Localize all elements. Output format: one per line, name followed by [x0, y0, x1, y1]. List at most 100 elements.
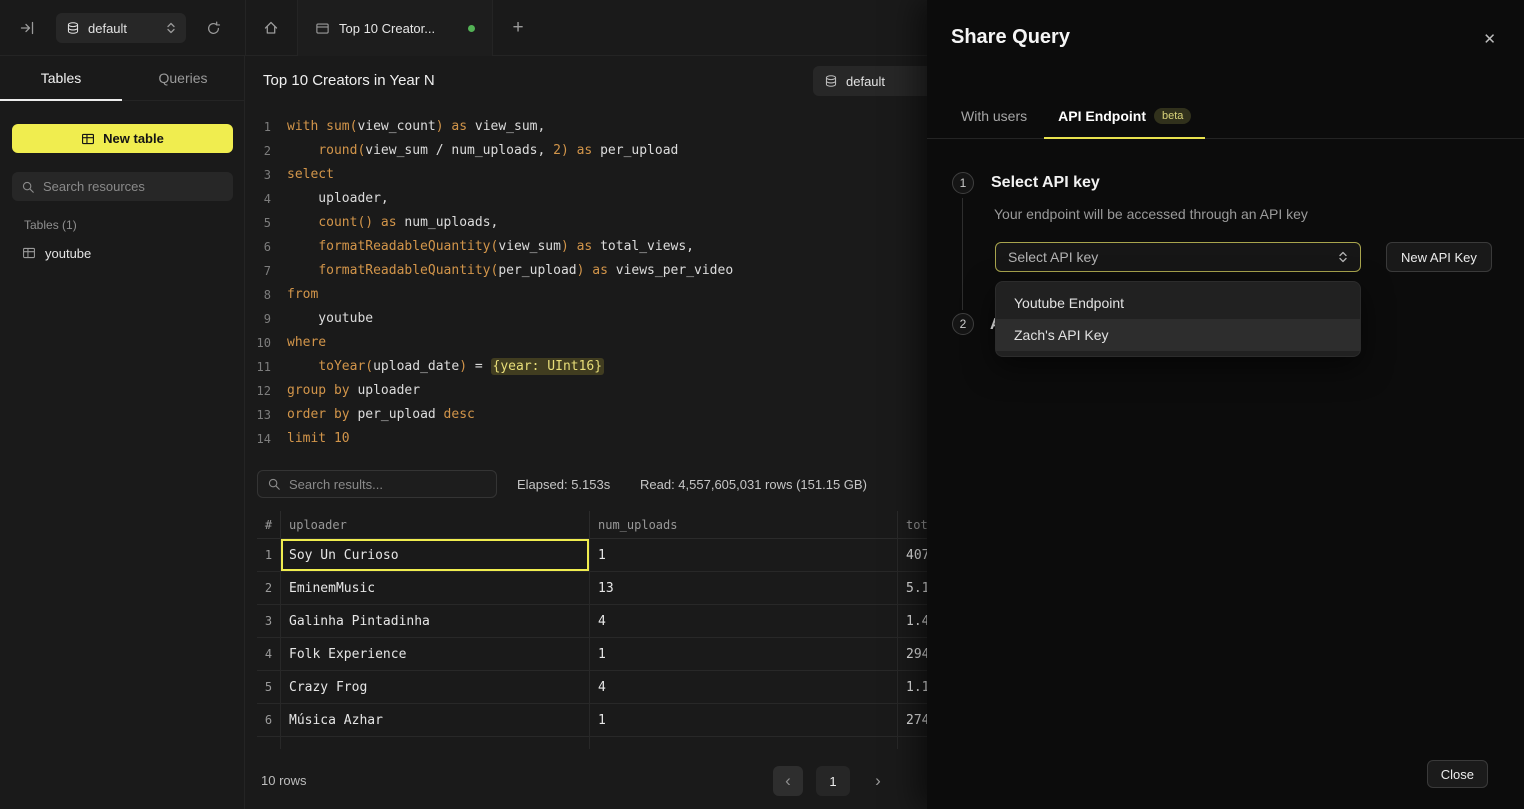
query-tab[interactable]: Top 10 Creator...: [297, 0, 493, 56]
cell-uploader[interactable]: Folk Experience: [281, 638, 590, 670]
line-number: 8: [245, 283, 271, 307]
line-number: 6: [245, 235, 271, 259]
column-header[interactable]: uploader: [281, 511, 590, 538]
table-row[interactable]: 3Galinha Pintadinha41.4: [257, 605, 927, 638]
column-header[interactable]: num_uploads: [590, 511, 898, 538]
api-key-select-placeholder: Select API key: [1008, 249, 1098, 265]
cell-total-views[interactable]: 274: [898, 704, 927, 736]
row-number[interactable]: 1: [257, 539, 281, 571]
table-row[interactable]: 4Folk Experience1294: [257, 638, 927, 671]
column-header[interactable]: #: [257, 511, 281, 538]
tab-tables[interactable]: Tables: [0, 56, 122, 100]
tab-api-endpoint-label: API Endpoint: [1058, 108, 1146, 124]
step-connector: [962, 198, 963, 310]
cell-uploader[interactable]: EminemMusic: [281, 572, 590, 604]
tab-queries[interactable]: Queries: [122, 56, 244, 100]
collapse-sidebar-button[interactable]: [16, 18, 38, 38]
code-text: toYear(upload_date) = {year: UInt16}: [271, 355, 604, 379]
read-stat: Read: 4,557,605,031 rows (151.15 GB): [640, 477, 867, 492]
code-lines: 1with sum(view_count) as view_sum,2 roun…: [245, 115, 927, 451]
cell-total-views[interactable]: 407: [898, 539, 927, 571]
code-text: select: [271, 163, 334, 187]
api-key-option[interactable]: Youtube Endpoint: [996, 287, 1360, 319]
database-selector[interactable]: default: [56, 13, 186, 43]
next-page-button[interactable]: ›: [863, 766, 893, 796]
results-search-input[interactable]: [289, 477, 487, 492]
sidebar-tabs: Tables Queries: [0, 56, 244, 101]
cell-empty: [281, 737, 590, 749]
table-item-label: youtube: [45, 246, 91, 261]
close-button[interactable]: Close: [1427, 760, 1488, 788]
table-row[interactable]: 1Soy Un Curioso1407: [257, 539, 927, 572]
code-line: 10where: [245, 331, 927, 355]
cell-num-uploads[interactable]: 1: [590, 638, 898, 670]
search-icon: [267, 477, 281, 491]
unsaved-status-dot: [468, 25, 475, 32]
page-number[interactable]: 1: [816, 766, 850, 796]
collapse-sidebar-icon: [19, 20, 35, 36]
cell-num-uploads[interactable]: 1: [590, 704, 898, 736]
cell-total-views[interactable]: 1.1: [898, 671, 927, 703]
cell-total-views[interactable]: 5.1: [898, 572, 927, 604]
refresh-button[interactable]: [202, 18, 224, 38]
new-table-button[interactable]: New table: [12, 124, 233, 153]
cell-total-views[interactable]: 1.4: [898, 605, 927, 637]
cell-num-uploads[interactable]: 4: [590, 605, 898, 637]
row-count-label: 10 rows: [261, 773, 307, 788]
api-key-option[interactable]: Zach's API Key: [996, 319, 1360, 351]
cell-uploader[interactable]: Música Azhar: [281, 704, 590, 736]
cell-uploader[interactable]: Galinha Pintadinha: [281, 605, 590, 637]
home-button[interactable]: [258, 18, 284, 38]
cell-num-uploads[interactable]: 13: [590, 572, 898, 604]
new-table-label: New table: [103, 131, 164, 146]
line-number: 9: [245, 307, 271, 331]
resource-search-input[interactable]: [43, 179, 224, 194]
line-number: 3: [245, 163, 271, 187]
results-body: 1Soy Un Curioso14072EminemMusic135.13Gal…: [257, 539, 927, 749]
sidebar-item-youtube[interactable]: youtube: [12, 240, 233, 266]
close-icon[interactable]: ✕: [1483, 30, 1496, 48]
code-text: formatReadableQuantity(view_sum) as tota…: [271, 235, 694, 259]
code-text: count() as num_uploads,: [271, 211, 498, 235]
code-text: order by per_upload desc: [271, 403, 475, 427]
topbar: default Top 10 Creator...: [0, 0, 927, 56]
code-line: 4 uploader,: [245, 187, 927, 211]
search-icon: [21, 180, 35, 194]
sidebar: Tables Queries New table Tables (1) yout…: [0, 56, 245, 809]
cell-num-uploads[interactable]: 1: [590, 539, 898, 571]
tab-api-endpoint[interactable]: API Endpoint beta: [1044, 94, 1205, 138]
column-header[interactable]: tot: [898, 511, 927, 538]
row-number[interactable]: 6: [257, 704, 281, 736]
database-icon: [824, 74, 838, 88]
code-text: formatReadableQuantity(per_upload) as vi…: [271, 259, 733, 283]
table-row[interactable]: 2EminemMusic135.1: [257, 572, 927, 605]
code-line: 12group by uploader: [245, 379, 927, 403]
row-number[interactable]: 3: [257, 605, 281, 637]
table-row[interactable]: 5Crazy Frog41.1: [257, 671, 927, 704]
cell-total-views[interactable]: 294: [898, 638, 927, 670]
row-number[interactable]: 2: [257, 572, 281, 604]
row-number[interactable]: 4: [257, 638, 281, 670]
results-table: #uploadernum_uploadstot 1Soy Un Curioso1…: [257, 511, 927, 749]
code-text: limit 10: [271, 427, 350, 451]
table-row[interactable]: 6Música Azhar1274: [257, 704, 927, 737]
new-tab-button[interactable]: +: [504, 16, 532, 40]
previous-page-button[interactable]: ‹: [773, 766, 803, 796]
cell-empty: [257, 737, 281, 749]
code-line: 14limit 10: [245, 427, 927, 451]
line-number: 14: [245, 427, 271, 451]
chevron-updown-icon: [166, 21, 176, 35]
sql-editor[interactable]: 1with sum(view_count) as view_sum,2 roun…: [245, 115, 927, 451]
row-number[interactable]: 5: [257, 671, 281, 703]
cell-num-uploads[interactable]: 4: [590, 671, 898, 703]
database-selector-label: default: [88, 21, 127, 36]
app-window: default Top 10 Creator...: [0, 0, 1524, 809]
panel-title: Share Query: [951, 26, 1070, 49]
api-key-select[interactable]: Select API key: [995, 242, 1361, 272]
new-api-key-button[interactable]: New API Key: [1386, 242, 1492, 272]
tab-with-users[interactable]: With users: [961, 94, 1027, 138]
code-line: 2 round(view_sum / num_uploads, 2) as pe…: [245, 139, 927, 163]
cell-uploader[interactable]: Crazy Frog: [281, 671, 590, 703]
cell-uploader[interactable]: Soy Un Curioso: [281, 539, 590, 571]
step-1-description: Your endpoint will be accessed through a…: [994, 206, 1308, 222]
